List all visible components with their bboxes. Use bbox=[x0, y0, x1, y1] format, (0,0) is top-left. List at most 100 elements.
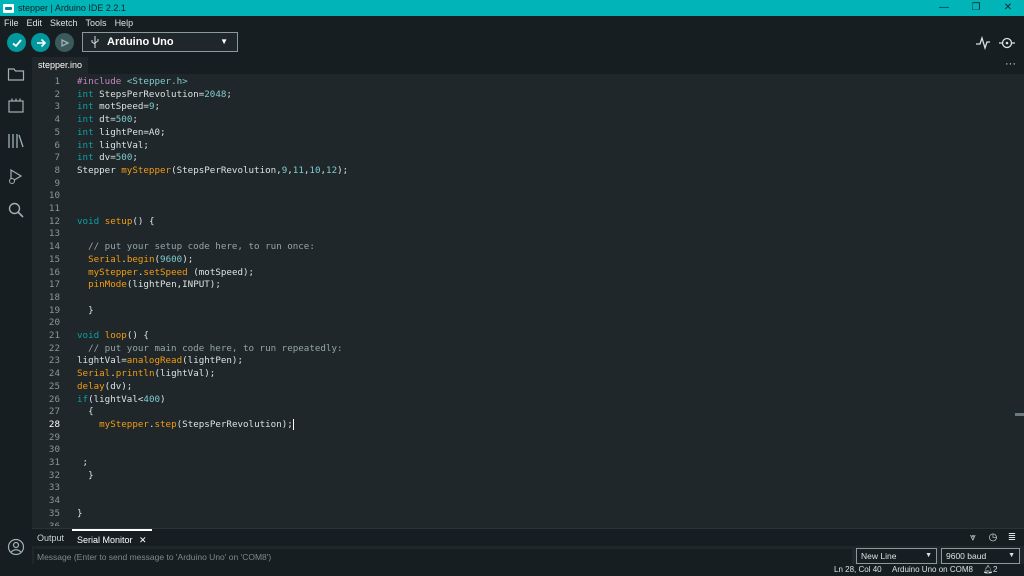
scrollbar-thumb[interactable] bbox=[1015, 413, 1024, 416]
code-line[interactable]: 15 Serial.begin(9600); bbox=[32, 254, 1014, 267]
code-line[interactable]: 27 { bbox=[32, 406, 1014, 419]
code-line[interactable]: 14 // put your setup code here, to run o… bbox=[32, 241, 1014, 254]
line-number: 5 bbox=[54, 126, 60, 138]
code-token: // put your setup code here, to run once… bbox=[88, 241, 315, 253]
code-line[interactable]: 31 ; bbox=[32, 457, 1014, 470]
boards-manager-icon[interactable] bbox=[7, 97, 25, 115]
code-text: if(lightVal<400) bbox=[77, 393, 166, 405]
code-line[interactable]: 23 lightVal=analogRead(lightPen); bbox=[32, 355, 1014, 368]
line-number: 28 bbox=[48, 418, 60, 430]
code-line[interactable]: 30 bbox=[32, 444, 1014, 457]
notifications-icon[interactable]: 🔔︎ bbox=[983, 565, 993, 574]
code-text: int dv=500; bbox=[77, 152, 138, 164]
baud-rate-select[interactable]: 9600 baud ▼ bbox=[941, 548, 1020, 564]
code-token: 10 bbox=[309, 164, 321, 176]
code-line[interactable]: 7 int dv=500; bbox=[32, 152, 1014, 165]
code-line[interactable]: 3 int motSpeed=9; bbox=[32, 101, 1014, 114]
line-number: 17 bbox=[48, 279, 60, 291]
code-token: void bbox=[77, 215, 100, 227]
code-text: { bbox=[77, 406, 94, 418]
code-editor[interactable]: 1 #include <Stepper.h> 2 int StepsPerRevolu… bbox=[32, 74, 1014, 526]
debug-button[interactable] bbox=[55, 33, 74, 52]
folder-icon[interactable] bbox=[7, 65, 25, 83]
code-token: 9600 bbox=[160, 253, 183, 265]
menu-tools[interactable]: Tools bbox=[82, 18, 111, 28]
code-line[interactable]: 34 bbox=[32, 495, 1014, 508]
close-icon[interactable]: ✕ bbox=[139, 535, 147, 545]
board-port-status[interactable]: Arduino Uno on COM8 bbox=[892, 565, 973, 574]
code-line[interactable]: 24 Serial.println(lightVal); bbox=[32, 368, 1014, 381]
code-line[interactable]: 9 bbox=[32, 178, 1014, 191]
code-line[interactable]: 12 void setup() { bbox=[32, 216, 1014, 229]
menu-file[interactable]: File bbox=[0, 18, 23, 28]
line-number: 32 bbox=[48, 469, 60, 481]
code-line[interactable]: 33 bbox=[32, 482, 1014, 495]
code-token: 400 bbox=[143, 393, 161, 405]
account-icon[interactable] bbox=[7, 538, 25, 556]
code-line[interactable]: 18 bbox=[32, 292, 1014, 305]
code-line[interactable]: 26 if(lightVal<400) bbox=[32, 394, 1014, 407]
code-line[interactable]: 25 delay(dv); bbox=[32, 381, 1014, 394]
code-line[interactable]: 21 void loop() { bbox=[32, 330, 1014, 343]
verify-button[interactable] bbox=[7, 33, 26, 52]
more-actions-icon[interactable]: ··· bbox=[1005, 57, 1016, 71]
debug-sidebar-icon[interactable] bbox=[7, 167, 25, 185]
minimize-button[interactable]: — bbox=[928, 0, 960, 16]
serial-plotter-icon[interactable] bbox=[975, 35, 991, 51]
tab-stepper-ino[interactable]: stepper.ino bbox=[32, 57, 89, 74]
code-token: int bbox=[77, 114, 94, 126]
maximize-button[interactable]: ❐ bbox=[960, 0, 992, 16]
menu-bar: File Edit Sketch Tools Help bbox=[0, 16, 1024, 29]
code-line[interactable]: 1 #include <Stepper.h> bbox=[32, 76, 1014, 89]
code-line[interactable]: 4 int dt=500; bbox=[32, 114, 1014, 127]
code-line[interactable]: 8 Stepper myStepper(StepsPerRevolution,9,… bbox=[32, 165, 1014, 178]
library-icon[interactable] bbox=[7, 132, 25, 150]
menu-help[interactable]: Help bbox=[111, 18, 138, 28]
clear-output-icon[interactable]: ≣ bbox=[1005, 531, 1019, 545]
code-token: myStepper bbox=[121, 164, 172, 176]
editor-scrollbar[interactable] bbox=[1014, 74, 1024, 526]
tab-output[interactable]: Output bbox=[32, 529, 69, 547]
board-selector[interactable]: Arduino Uno ▼ bbox=[82, 32, 238, 52]
code-text: pinMode(lightPen,INPUT); bbox=[88, 279, 221, 291]
code-token: 2048 bbox=[204, 88, 227, 100]
code-text: Serial.begin(9600); bbox=[88, 253, 194, 265]
line-number: 9 bbox=[54, 177, 60, 189]
code-line[interactable]: 28 myStepper.step(StepsPerRevolution); bbox=[32, 418, 1014, 432]
tab-serial-monitor[interactable]: Serial Monitor ✕ bbox=[72, 529, 152, 547]
code-token: if bbox=[77, 393, 89, 405]
upload-button[interactable] bbox=[31, 33, 50, 52]
code-line[interactable]: 10 bbox=[32, 190, 1014, 203]
line-number: 33 bbox=[48, 482, 60, 494]
code-line[interactable]: 19 } bbox=[32, 305, 1014, 318]
code-line[interactable]: 5 int lightPen=A0; bbox=[32, 127, 1014, 140]
line-ending-select[interactable]: New Line ▼ bbox=[856, 548, 937, 564]
toggle-autoscroll-icon[interactable]: ⩔ bbox=[966, 531, 980, 545]
code-line[interactable]: 6 int lightVal; bbox=[32, 140, 1014, 153]
code-line[interactable]: 32 } bbox=[32, 470, 1014, 483]
code-text: Stepper myStepper(StepsPerRevolution,9,1… bbox=[77, 164, 349, 176]
line-number: 34 bbox=[48, 495, 60, 507]
code-line[interactable]: 22 // put your main code here, to run re… bbox=[32, 343, 1014, 356]
search-icon[interactable] bbox=[7, 201, 25, 219]
code-line[interactable]: 29 bbox=[32, 432, 1014, 445]
code-line[interactable]: 35} bbox=[32, 508, 1014, 521]
code-line[interactable]: 2 int StepsPerRevolution=2048; bbox=[32, 89, 1014, 102]
debug-icon bbox=[60, 38, 69, 47]
timestamp-icon[interactable]: ◷ bbox=[986, 531, 1000, 545]
serial-message-input[interactable] bbox=[34, 549, 852, 564]
cursor-position[interactable]: Ln 28, Col 40 bbox=[834, 565, 882, 574]
serial-monitor-icon[interactable] bbox=[999, 35, 1015, 51]
close-window-button[interactable]: ✕ bbox=[992, 0, 1024, 16]
code-text: // put your main code here, to run repea… bbox=[77, 343, 342, 356]
code-line[interactable]: 11 bbox=[32, 203, 1014, 216]
code-line[interactable]: 17 pinMode(lightPen,INPUT); bbox=[32, 279, 1014, 292]
code-line[interactable]: 13 bbox=[32, 228, 1014, 241]
code-line[interactable]: 36 bbox=[32, 521, 1014, 527]
menu-sketch[interactable]: Sketch bbox=[46, 18, 82, 28]
window-title: stepper | Arduino IDE 2.2.1 bbox=[18, 3, 126, 13]
menu-edit[interactable]: Edit bbox=[23, 18, 47, 28]
code-line[interactable]: 20 bbox=[32, 317, 1014, 330]
code-line[interactable]: 16 myStepper.setSpeed (motSpeed); bbox=[32, 267, 1014, 280]
line-number: 7 bbox=[54, 152, 60, 164]
